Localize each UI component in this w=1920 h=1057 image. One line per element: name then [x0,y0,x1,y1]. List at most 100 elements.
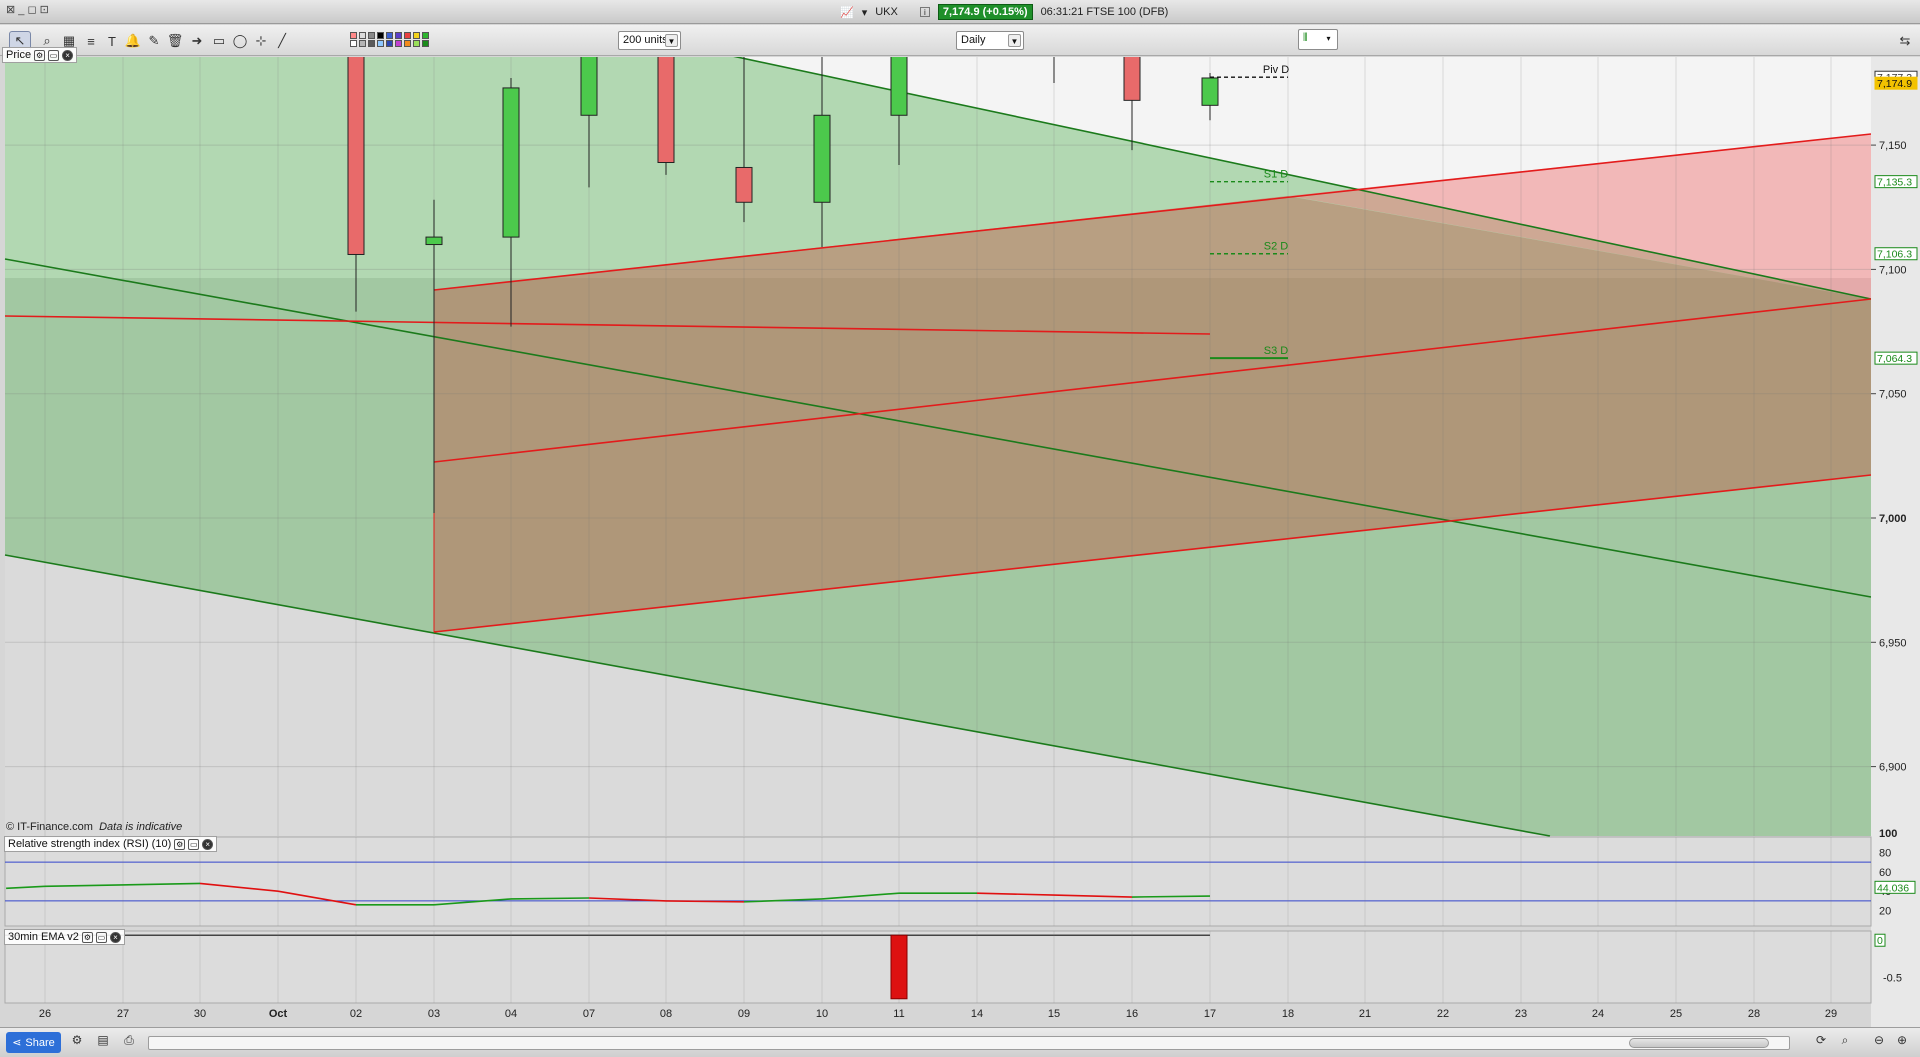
color-swatch[interactable] [359,40,366,47]
chevron-down-icon[interactable]: ▾ [1322,32,1335,45]
color-swatch[interactable] [404,32,411,39]
candle-body [425,236,443,246]
color-swatch[interactable] [359,32,366,39]
interval-select[interactable]: Daily ▼ [956,31,1024,50]
chart-svg[interactable]: R3 DR2 DR1 DPiv DS1 DS2 DS3 D6,9006,9507… [0,0,1920,1027]
lines-tool-icon[interactable]: ≡ [80,31,102,51]
x-tick-label: 22 [1437,1008,1449,1020]
chart-type-select[interactable]: ⫴ ▾ [1298,29,1338,50]
chart-area[interactable]: R3 DR2 DR1 DPiv DS1 DS2 DS3 D6,9006,9507… [0,0,1920,1027]
info-icon[interactable]: i [919,7,930,17]
chevron-down-icon[interactable]: ▼ [1008,34,1021,47]
rsi-tick-label: 60 [1879,867,1891,879]
price-tag: 7,135.3 [1877,177,1912,189]
y-tick-label: 7,150 [1879,140,1907,152]
candle-body [890,0,908,116]
price-panel-title: Price [6,49,32,61]
y-tick-label: 6,950 [1879,637,1907,649]
pivot-label: S2 D [1264,241,1289,253]
candle-body [502,87,520,238]
wrench-icon[interactable]: ⚙ [81,931,93,943]
chevron-down-icon[interactable]: ▼ [665,34,678,47]
close-icon[interactable]: × [202,838,214,850]
rsi-segment [1131,895,1211,898]
rsi-panel-label: Relative strength index (RSI) (10) ⚙ ▭ × [4,836,218,852]
zoom-fit-icon[interactable]: ⌕ [1836,1033,1854,1051]
x-tick-label: 10 [816,1008,828,1020]
close-icon[interactable]: × [62,49,74,61]
x-tick-label: 28 [1748,1008,1760,1020]
window-icon[interactable]: ▭ [188,838,200,850]
units-select-value: 200 units [623,34,668,46]
chevron-down-icon[interactable]: ▾ [862,6,868,19]
color-swatch[interactable] [377,32,384,39]
candle-body [1201,77,1219,106]
x-tick-label: 18 [1282,1008,1294,1020]
rsi-value: 44.036 [1877,882,1909,894]
x-tick-label: 03 [428,1008,440,1020]
arrow-tool-icon[interactable]: ➜ [186,31,208,51]
horizontal-scrollbar[interactable] [148,1036,1790,1050]
crosshair-tool-icon[interactable]: ⊹ [250,31,272,51]
settings-icon[interactable]: ⚙ [68,1033,86,1051]
color-swatch[interactable] [350,32,357,39]
x-tick-label: Oct [269,1008,288,1020]
rectangle-tool-icon[interactable]: ▭ [208,31,230,51]
print-icon[interactable]: ⎙ [120,1033,138,1051]
color-swatch[interactable] [413,32,420,39]
color-swatch[interactable] [350,40,357,47]
candlestick-chart-icon: ⫴ [1303,32,1308,44]
candle-body [735,166,753,203]
ema-panel-title: 30min EMA v2 [8,931,79,943]
color-swatch[interactable] [413,40,420,47]
color-swatch[interactable] [386,32,393,39]
window-controls-icon[interactable]: ⊠ _ ◻ ⊡ [6,3,49,16]
ema-bar [890,934,908,1000]
zoom-in-icon[interactable]: ⊕ [1893,1033,1911,1051]
x-tick-label: 16 [1126,1008,1138,1020]
close-icon[interactable]: × [109,931,121,943]
x-tick-label: 24 [1592,1008,1604,1020]
ema-panel-label: 30min EMA v2 ⚙ ▭ × [4,929,125,945]
color-swatch[interactable] [368,40,375,47]
color-swatch[interactable] [368,32,375,39]
ema-tick-label: -0.5 [1883,973,1902,985]
color-swatch[interactable] [422,32,429,39]
window-icon[interactable]: ▭ [48,49,60,61]
trendline-tool-icon[interactable]: ╱ [271,31,293,51]
color-swatch[interactable] [395,40,402,47]
scrollbar-thumb[interactable] [1629,1038,1769,1048]
wrench-icon[interactable]: ⚙ [174,838,186,850]
status-text: 06:31:21 FTSE 100 (DFB) [1040,6,1169,18]
copyright-text: © IT-Finance.com [6,821,93,833]
x-tick-label: 25 [1670,1008,1682,1020]
rsi-tick-label: 80 [1879,847,1891,859]
trash-icon[interactable]: 🗑 [164,31,186,51]
share-button[interactable]: ⋖ Share [6,1032,61,1053]
x-tick-label: 26 [39,1008,51,1020]
indicative-note: Data is indicative [99,821,183,833]
color-swatch[interactable] [404,40,411,47]
layout-icon[interactable]: ▤ [94,1033,112,1051]
color-swatch[interactable] [395,32,402,39]
brush-tool-icon[interactable]: ✎ [143,31,165,51]
price-tag: 7,174.9 [1877,78,1912,90]
y-tick-label: 7,050 [1879,389,1907,401]
units-select[interactable]: 200 units ▼ [618,31,681,50]
y-tick-label: 6,900 [1879,762,1907,774]
ellipse-tool-icon[interactable]: ◯ [229,31,251,51]
copyright-footer: © IT-Finance.com Data is indicative [6,821,182,833]
text-tool-icon[interactable]: T [101,31,123,51]
refresh-icon[interactable]: ⟳ [1812,1033,1830,1051]
x-tick-label: 08 [660,1008,672,1020]
window-icon[interactable]: ▭ [95,931,107,943]
x-tick-label: 15 [1048,1008,1060,1020]
color-swatch[interactable] [386,40,393,47]
share-icon: ⋖ [12,1037,22,1049]
color-swatch[interactable] [422,40,429,47]
color-swatch[interactable] [377,40,384,47]
alert-bell-icon[interactable]: 🔔 [122,31,144,51]
zoom-out-icon[interactable]: ⊖ [1870,1033,1888,1051]
panel-toggle-icon[interactable]: ⇆ [1894,31,1916,51]
wrench-icon[interactable]: ⚙ [34,49,46,61]
